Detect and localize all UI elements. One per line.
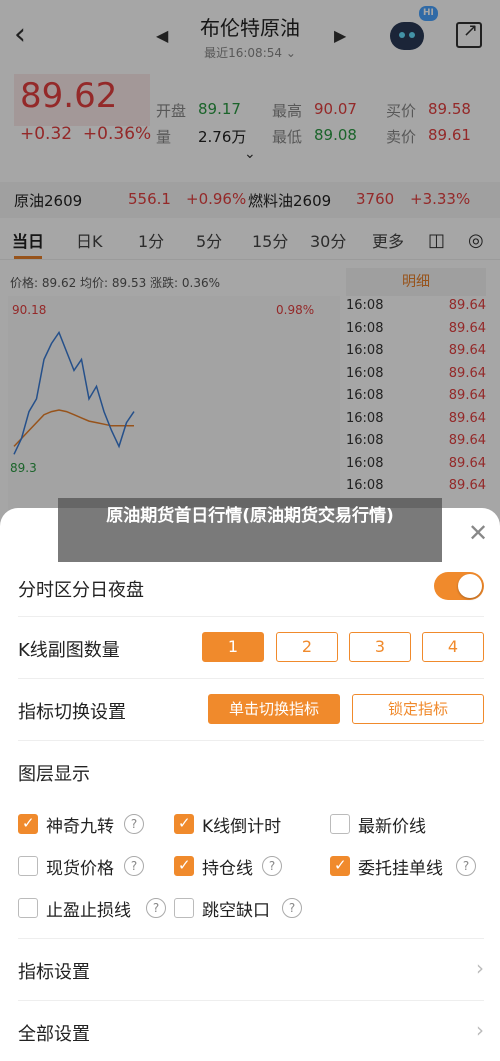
help-icon[interactable]: ?: [262, 856, 282, 876]
kline-count-label: K线副图数量: [18, 640, 120, 661]
divider: [18, 740, 484, 741]
layer-label: K线倒计时: [202, 817, 282, 837]
all-settings-label: 全部设置: [18, 1024, 90, 1045]
layer-open-interest-line[interactable]: 持仓线 ?: [174, 854, 324, 879]
checkbox-checked[interactable]: [18, 814, 38, 834]
divider: [18, 1000, 484, 1001]
checkbox-unchecked[interactable]: [174, 898, 194, 918]
close-icon[interactable]: ✕: [465, 520, 491, 546]
checkbox-unchecked[interactable]: [330, 814, 350, 834]
chevron-right-icon: ›: [476, 956, 484, 980]
divider: [18, 678, 484, 679]
all-settings-row[interactable]: 全部设置: [18, 1020, 484, 1046]
layer-stop-profit-loss-line[interactable]: 止盈止损线 ?: [18, 896, 174, 921]
layers-label: 图层显示: [18, 764, 90, 785]
layer-label: 最新价线: [358, 817, 426, 837]
layer-label: 持仓线: [202, 859, 253, 879]
indicator-switch-label: 指标切换设置: [18, 702, 126, 723]
layer-label: 现货价格: [46, 859, 114, 879]
chevron-right-icon: ›: [476, 1018, 484, 1042]
lock-indicator-button[interactable]: 锁定指标: [352, 694, 484, 724]
layer-latest-price-line[interactable]: 最新价线: [330, 812, 480, 837]
layer-label: 委托挂单线: [358, 859, 443, 879]
checkbox-checked[interactable]: [174, 856, 194, 876]
tap-switch-button[interactable]: 单击切换指标: [208, 694, 340, 724]
kline-count-option-1[interactable]: 1: [202, 632, 264, 662]
article-headline: 原油期货首日行情(原油期货交易行情): [58, 498, 442, 562]
layer-gap[interactable]: 跳空缺口 ?: [174, 896, 324, 921]
help-icon[interactable]: ?: [282, 898, 302, 918]
help-icon[interactable]: ?: [456, 856, 476, 876]
toggle-knob: [458, 574, 482, 598]
checkbox-checked[interactable]: [174, 814, 194, 834]
kline-count-option-4[interactable]: 4: [422, 632, 484, 662]
night-session-toggle[interactable]: [434, 572, 484, 600]
checkbox-checked[interactable]: [330, 856, 350, 876]
kline-count-option-2[interactable]: 2: [276, 632, 338, 662]
layer-spot-price[interactable]: 现货价格 ?: [18, 854, 168, 879]
layer-label: 神奇九转: [46, 817, 114, 837]
kline-count-option-3[interactable]: 3: [349, 632, 411, 662]
checkbox-unchecked[interactable]: [18, 856, 38, 876]
night-session-label: 分时区分日夜盘: [18, 580, 144, 601]
checkbox-unchecked[interactable]: [18, 898, 38, 918]
divider: [18, 616, 484, 617]
layer-kline-countdown[interactable]: K线倒计时: [174, 812, 324, 837]
help-icon[interactable]: ?: [146, 898, 166, 918]
layer-magic-nine[interactable]: 神奇九转 ?: [18, 812, 168, 837]
indicator-settings-row[interactable]: 指标设置: [18, 958, 484, 984]
divider: [18, 938, 484, 939]
layer-order-line[interactable]: 委托挂单线 ?: [330, 854, 490, 879]
layer-label: 止盈止损线: [46, 901, 131, 921]
chart-settings-sheet: ✕ 分时区分日夜盘 K线副图数量 1 2 3 4 指标切换设置 单击切换指标 锁…: [0, 508, 500, 1061]
layer-label: 跳空缺口: [202, 901, 270, 921]
help-icon[interactable]: ?: [124, 856, 144, 876]
indicator-settings-label: 指标设置: [18, 962, 90, 983]
help-icon[interactable]: ?: [124, 814, 144, 834]
